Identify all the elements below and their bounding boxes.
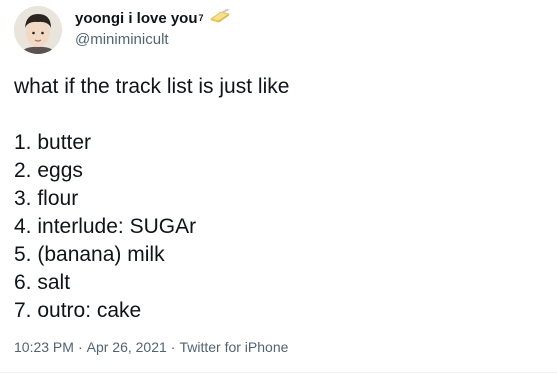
separator: · — [170, 339, 176, 355]
display-name-text[interactable]: yoongi i love you — [75, 10, 198, 27]
track-item: 2. eggs — [14, 159, 83, 182]
track-item: 1. butter — [14, 131, 92, 154]
tweet-card: yoongi i love you 7 @miniminicult what i… — [0, 0, 557, 374]
display-name-superscript: 7 — [198, 12, 204, 23]
avatar-image — [14, 6, 62, 54]
butter-emoji-icon — [209, 8, 231, 27]
track-item: 5. (banana) milk — [14, 243, 165, 266]
tweet-metadata: 10:23 PM · Apr 26, 2021 · Twitter for iP… — [14, 339, 288, 355]
display-name[interactable]: yoongi i love you 7 — [75, 8, 231, 27]
tweet-time[interactable]: 10:23 PM — [14, 339, 74, 355]
tweet-date[interactable]: Apr 26, 2021 — [87, 339, 167, 355]
tweet-source[interactable]: Twitter for iPhone — [179, 339, 288, 355]
tweet-intro: what if the track list is just like — [14, 75, 290, 98]
track-item: 4. interlude: SUGAr — [14, 215, 197, 238]
tweet-text: what if the track list is just like 1. b… — [14, 73, 289, 325]
track-list: 1. butter 2. eggs 3. flour 4. interlude:… — [14, 129, 289, 325]
avatar[interactable] — [14, 6, 62, 54]
separator: · — [77, 339, 83, 355]
track-item: 7. outro: cake — [14, 299, 142, 322]
user-handle[interactable]: @miniminicult — [75, 31, 169, 48]
track-item: 3. flour — [14, 187, 79, 210]
track-item: 6. salt — [14, 271, 71, 294]
divider — [0, 372, 557, 373]
